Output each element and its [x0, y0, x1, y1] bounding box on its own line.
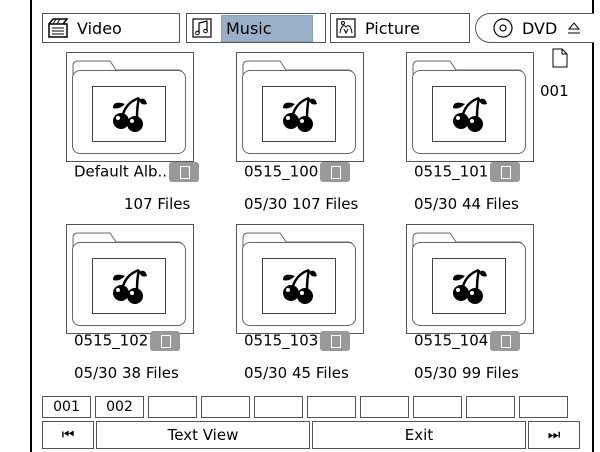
album-file-count: 05/30 44 Files	[414, 195, 519, 213]
cherry-icon	[262, 258, 336, 314]
page-number: 001	[540, 82, 569, 100]
page-button[interactable]: 002	[95, 396, 144, 418]
album-tile[interactable]	[236, 224, 366, 336]
page-button[interactable]	[519, 396, 568, 418]
page-button[interactable]: 001	[42, 396, 91, 418]
cherry-icon	[432, 258, 506, 314]
exit-button[interactable]: Exit	[312, 421, 526, 449]
cherry-icon	[432, 86, 506, 142]
album-name: 0515_103	[244, 331, 351, 351]
tab-music[interactable]: Music	[186, 13, 326, 43]
album-tile[interactable]	[406, 52, 536, 164]
page-button[interactable]	[466, 396, 515, 418]
album-name: 0515_101	[414, 162, 521, 182]
next-button[interactable]: ⏭	[528, 421, 580, 449]
previous-button[interactable]: ⏮	[42, 421, 94, 449]
cherry-icon	[92, 258, 166, 314]
skip-forward-icon: ⏭	[547, 427, 561, 443]
picture-icon	[335, 17, 357, 39]
page-button[interactable]	[254, 396, 303, 418]
text-view-button[interactable]: Text View	[96, 421, 310, 449]
album-file-count: 107 Files	[124, 195, 191, 213]
info-badge-icon[interactable]	[169, 162, 200, 182]
info-badge-icon[interactable]	[490, 162, 521, 182]
info-badge-icon[interactable]	[320, 162, 351, 182]
tab-picture[interactable]: Picture	[330, 13, 470, 43]
control-bar: ⏮ Text View Exit ⏭	[42, 421, 582, 449]
info-badge-icon[interactable]	[490, 331, 521, 351]
album-file-count: 05/30 38 Files	[74, 364, 179, 382]
album-file-count: 05/30 99 Files	[414, 364, 519, 382]
cherry-icon	[92, 86, 166, 142]
cherry-icon	[262, 86, 336, 142]
tab-video-label: Video	[77, 18, 122, 38]
tab-video[interactable]: Video	[42, 13, 180, 43]
film-clapper-icon	[47, 17, 69, 39]
eject-icon	[567, 20, 581, 36]
page-button[interactable]	[413, 396, 462, 418]
tab-dvd-label: DVD	[522, 18, 558, 38]
music-note-icon	[191, 17, 213, 39]
tab-music-label: Music	[221, 14, 313, 42]
page-selector: 001 002	[42, 396, 582, 418]
album-name: 0515_104	[414, 331, 521, 351]
album-name: 0515_100	[244, 162, 351, 182]
document-icon	[552, 48, 568, 72]
album-file-count: 05/30 107 Files	[244, 195, 359, 213]
page-button[interactable]	[148, 396, 197, 418]
page-button[interactable]	[307, 396, 356, 418]
disc-icon	[492, 17, 514, 39]
page-button[interactable]	[360, 396, 409, 418]
info-badge-icon[interactable]	[320, 331, 351, 351]
album-name: Default Alb..	[74, 162, 200, 182]
album-tile[interactable]	[66, 52, 196, 164]
tab-dvd[interactable]: DVD	[475, 13, 594, 43]
album-tile[interactable]	[406, 224, 536, 336]
info-badge-icon[interactable]	[150, 331, 181, 351]
album-file-count: 05/30 45 Files	[244, 364, 349, 382]
page-button[interactable]	[201, 396, 250, 418]
album-tile[interactable]	[236, 52, 366, 164]
tab-picture-label: Picture	[365, 18, 421, 38]
album-tile[interactable]	[66, 224, 196, 336]
skip-back-icon: ⏮	[61, 427, 75, 443]
album-name: 0515_102	[74, 331, 181, 351]
